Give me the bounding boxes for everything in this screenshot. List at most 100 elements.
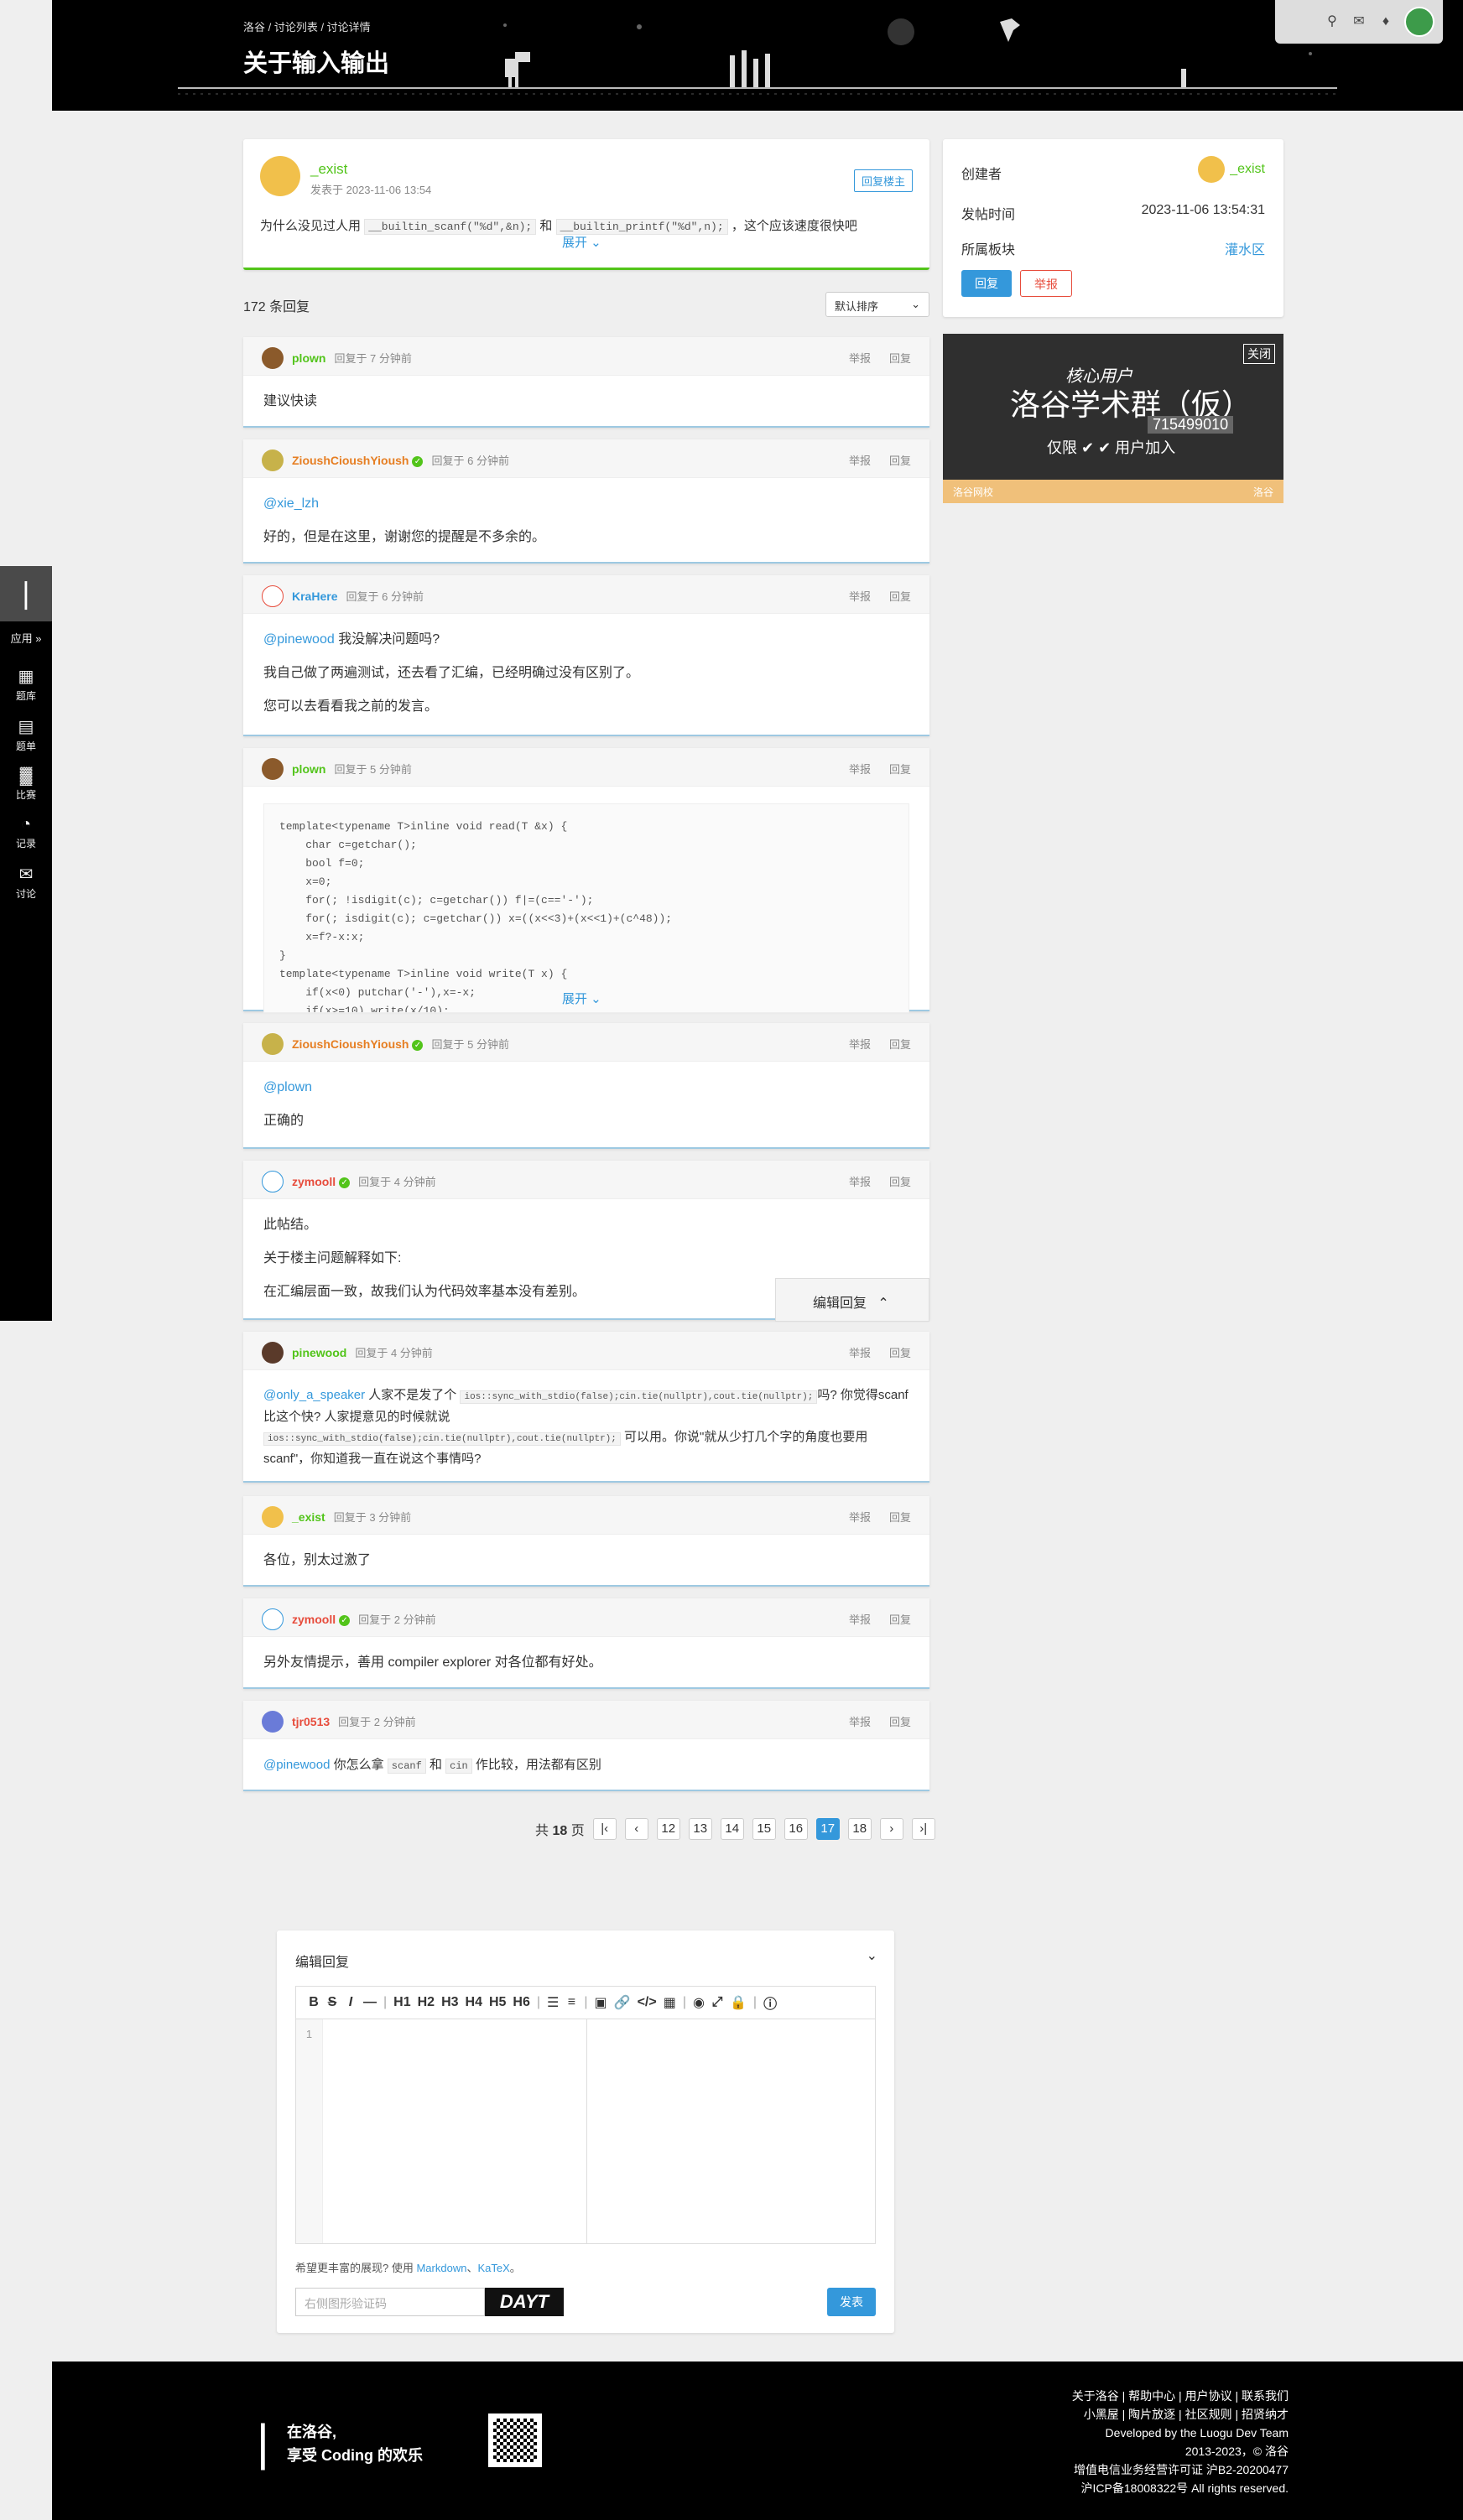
code-icon[interactable]: </> [638, 1995, 657, 2010]
search-icon[interactable]: ⚲ [1324, 13, 1341, 30]
rail-item-problems[interactable]: ▦ 题库 [0, 666, 52, 703]
ad-close-button[interactable]: 关闭 [1243, 344, 1275, 364]
reply-button[interactable]: 回复 [889, 1613, 911, 1626]
page-button[interactable]: 15 [752, 1818, 776, 1840]
lock-icon[interactable]: 🔒 [730, 1994, 747, 2011]
table-icon[interactable]: ▦ [664, 1994, 676, 2011]
italic-icon[interactable]: I [345, 1995, 357, 2010]
hr-icon[interactable]: — [363, 1995, 377, 2010]
board-link[interactable]: 灌水区 [1225, 238, 1265, 258]
ad-banner[interactable]: 核心用户 洛谷学术群（仮） 715499010 仅限 ✔ ✔ 用户加入 关闭 洛… [943, 334, 1283, 503]
mention-link[interactable]: @pinewood [263, 1758, 330, 1772]
report-button[interactable]: 举报 [849, 1613, 871, 1626]
page-button[interactable]: 13 [688, 1818, 712, 1840]
reply-button[interactable]: 回复 [889, 1176, 911, 1188]
captcha-image[interactable]: DAYT [485, 2288, 564, 2316]
reply-avatar[interactable] [262, 449, 284, 471]
info-icon[interactable]: ⓘ [763, 1993, 777, 2013]
current-page-button[interactable]: 17 [815, 1818, 840, 1840]
reply-username[interactable]: zymooll ✓ 回复于 2 分钟前 [292, 1611, 436, 1627]
rail-item-contests[interactable]: ▓ 比赛 [0, 766, 52, 802]
reply-button[interactable]: 回复 [889, 1038, 911, 1051]
rail-item-records[interactable]: ◔ 记录 [0, 815, 52, 850]
reply-username[interactable]: ZioushCioushYioush ✓ 回复于 5 分钟前 [292, 1036, 509, 1052]
collapse-icon[interactable]: ⌄ [867, 1947, 877, 1964]
creator-avatar[interactable] [1198, 156, 1226, 183]
reply-username[interactable]: zymooll ✓ 回复于 4 分钟前 [292, 1173, 436, 1189]
reply-owner-button[interactable]: 回复楼主 [853, 169, 913, 192]
reply-avatar[interactable] [262, 1171, 284, 1192]
h3-button[interactable]: H3 [441, 1995, 458, 2010]
page-button[interactable]: 12 [656, 1818, 680, 1840]
reply-username[interactable]: tjr0513 回复于 2 分钟前 [292, 1713, 416, 1729]
sort-select[interactable]: 默认排序 ⌄ [825, 292, 929, 317]
creator-name[interactable]: _exist [1198, 156, 1265, 183]
editor-textarea[interactable]: 1 [295, 2019, 876, 2244]
captcha-input[interactable]: 右侧图形验证码 [295, 2288, 485, 2316]
h4-button[interactable]: H4 [466, 1995, 482, 2010]
reply-avatar[interactable] [262, 347, 284, 369]
rail-item-lists[interactable]: ▤ 题单 [0, 716, 52, 753]
reply-expand-button[interactable]: 展开 ⌄ [562, 990, 601, 1007]
katex-link[interactable]: KaTeX [477, 2262, 509, 2274]
reply-avatar[interactable] [262, 1608, 284, 1630]
first-page-button[interactable]: |‹ [592, 1818, 617, 1840]
reply-post-button[interactable]: 回复 [961, 270, 1012, 297]
h2-button[interactable]: H2 [418, 1995, 435, 2010]
reply-button[interactable]: 回复 [889, 763, 911, 776]
bold-icon[interactable]: B [308, 1995, 320, 2010]
reply-avatar[interactable] [262, 585, 284, 607]
footer-links-1[interactable]: 关于洛谷 | 帮助中心 | 用户协议 | 联系我们 [1072, 2387, 1289, 2405]
reply-username[interactable]: _exist 回复于 3 分钟前 [292, 1509, 411, 1525]
next-page-button[interactable]: › [879, 1818, 903, 1840]
luogu-logo[interactable]: ❘ [0, 566, 52, 621]
post-expand-button[interactable]: 展开 ⌄ [562, 233, 601, 251]
reply-button[interactable]: 回复 [889, 1716, 911, 1728]
reply-avatar[interactable] [262, 758, 284, 780]
reply-avatar[interactable] [262, 1506, 284, 1528]
prev-page-button[interactable]: ‹ [624, 1818, 648, 1840]
report-button[interactable]: 举报 [849, 352, 871, 365]
report-button[interactable]: 举报 [849, 455, 871, 467]
h6-button[interactable]: H6 [513, 1995, 529, 2010]
ordered-list-icon[interactable]: ≡ [565, 1995, 577, 2010]
reply-avatar[interactable] [262, 1342, 284, 1364]
unordered-list-icon[interactable]: ☰ [547, 1994, 559, 2011]
reply-avatar[interactable] [262, 1711, 284, 1733]
link-icon[interactable]: 🔗 [614, 1994, 631, 2011]
reply-button[interactable]: 回复 [889, 590, 911, 603]
post-avatar[interactable] [260, 156, 300, 196]
reply-avatar[interactable] [262, 1033, 284, 1055]
report-button[interactable]: 举报 [849, 1511, 871, 1524]
page-button[interactable]: 16 [784, 1818, 808, 1840]
image-icon[interactable]: ▣ [595, 1994, 607, 2011]
reply-button[interactable]: 回复 [889, 352, 911, 365]
h5-button[interactable]: H5 [489, 1995, 506, 2010]
mention-link[interactable]: @xie_lzh [263, 496, 319, 511]
page-button[interactable]: 18 [847, 1818, 872, 1840]
submit-button[interactable]: 发表 [827, 2288, 876, 2316]
user-avatar[interactable] [1404, 7, 1434, 37]
report-button[interactable]: 举报 [849, 763, 871, 776]
report-button[interactable]: 举报 [849, 1038, 871, 1051]
h1-button[interactable]: H1 [393, 1995, 410, 2010]
reply-button[interactable]: 回复 [889, 1347, 911, 1359]
mention-link[interactable]: @plown [263, 1080, 312, 1094]
report-button[interactable]: 举报 [849, 1716, 871, 1728]
reply-username[interactable]: ZioushCioushYioush ✓ 回复于 6 分钟前 [292, 452, 509, 468]
fullscreen-icon[interactable]: ⤢ [711, 1995, 723, 2010]
footer-links-2[interactable]: 小黑屋 | 陶片放逐 | 社区规则 | 招贤纳才 [1072, 2405, 1289, 2424]
reply-button[interactable]: 回复 [889, 455, 911, 467]
apps-menu[interactable]: 应用 » [0, 621, 52, 652]
preview-icon[interactable]: ◉ [693, 1994, 705, 2011]
markdown-link[interactable]: Markdown [416, 2262, 466, 2274]
reply-username[interactable]: plown 回复于 5 分钟前 [292, 761, 412, 777]
reply-username[interactable]: plown 回复于 7 分钟前 [292, 350, 412, 366]
last-page-button[interactable]: ›| [911, 1818, 935, 1840]
bell-icon[interactable]: ♦ [1377, 13, 1394, 30]
report-button[interactable]: 举报 [849, 1347, 871, 1359]
edit-reply-float-button[interactable]: 编辑回复 ⌃ [775, 1278, 929, 1322]
report-post-button[interactable]: 举报 [1020, 270, 1072, 297]
mention-link[interactable]: @only_a_speaker [263, 1388, 365, 1402]
mail-icon[interactable]: ✉ [1351, 13, 1367, 30]
